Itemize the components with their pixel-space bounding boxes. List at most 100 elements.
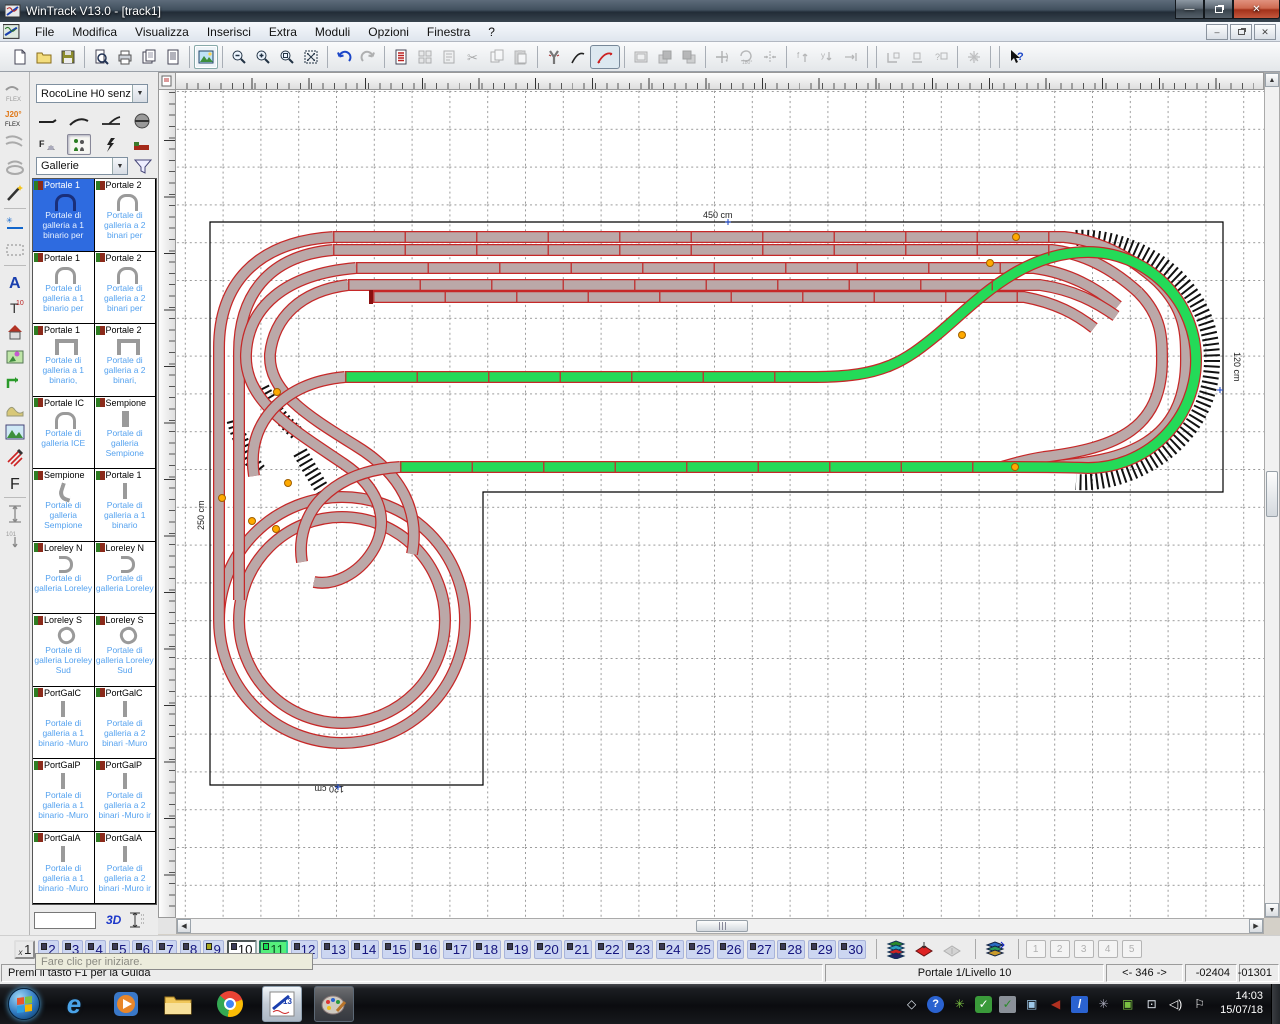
gallery-item[interactable]: Portale 1 Portale di galleria a 1 binari… (94, 469, 156, 542)
level-tab[interactable]: 26 (716, 939, 745, 959)
vertical-scrollbar[interactable]: ▲ ▼ (1264, 72, 1280, 918)
rotate-180-icon[interactable]: 180° (734, 45, 758, 69)
page-box[interactable]: 4 (1097, 940, 1118, 958)
usb-icon[interactable]: ✓ (999, 995, 1017, 1013)
page-box[interactable]: 3 (1073, 940, 1094, 958)
track-bed-icon[interactable] (2, 155, 28, 180)
3d-label[interactable]: 3D (106, 913, 121, 927)
menu-visualizza[interactable]: Visualizza (126, 23, 198, 41)
save-icon[interactable] (56, 45, 80, 69)
gallery-item[interactable]: Loreley N Portale di galleria Loreley (94, 541, 156, 614)
level-tab[interactable]: 20 (534, 939, 562, 959)
gallery-item[interactable]: Loreley S Portale di galleria Loreley Su… (33, 614, 95, 687)
level-tab[interactable]: 30 (838, 939, 867, 959)
open-icon[interactable] (32, 45, 56, 69)
restore-button[interactable] (1204, 0, 1233, 19)
scroll-left-icon[interactable]: ◀ (177, 919, 191, 933)
gallery-item[interactable]: Loreley N Portale di galleria Loreley (33, 541, 95, 614)
gallery-item[interactable]: Portale 1 Portale di galleria a 1 binari… (33, 324, 95, 397)
magic-wand-icon[interactable] (2, 180, 28, 205)
layers-stack-icon[interactable] (983, 939, 1008, 959)
gallery-item[interactable]: Portale 1 Portale di galleria a 1 binari… (33, 179, 95, 252)
minimize-button[interactable]: — (1175, 0, 1204, 19)
package-icon[interactable]: ▣ (1119, 996, 1136, 1013)
taskbar-clock[interactable]: 14:03 15/07/18 (1220, 990, 1263, 1018)
length-dimension-icon[interactable]: 101 (2, 526, 28, 551)
node-up-icon[interactable]: f (791, 45, 815, 69)
electric-button[interactable] (99, 134, 123, 155)
panel-icon[interactable] (629, 45, 653, 69)
gallery-item[interactable]: Sempione Portale di galleria Sempione (33, 469, 95, 542)
gallery-item[interactable]: Sempione Portale di galleria Sempione (94, 396, 156, 469)
menu-modifica[interactable]: Modifica (63, 23, 126, 41)
flex-track-icon[interactable] (590, 44, 620, 69)
flex-20-icon[interactable]: J20° FLEX (2, 105, 28, 130)
network-icon[interactable]: ⊡ (1143, 996, 1160, 1013)
terrain-icon[interactable] (2, 394, 28, 419)
wintrack-taskbar-button[interactable]: 13 (262, 986, 302, 1022)
track-plan-canvas[interactable]: 450 cm 250 cm 120 cm 120 cm (176, 90, 1264, 918)
to-back-icon[interactable] (677, 45, 701, 69)
cut-icon[interactable]: ✂ (461, 45, 485, 69)
corner-left-icon[interactable] (881, 45, 905, 69)
dimension-track-icon[interactable]: ✳ (2, 212, 28, 237)
furniture-button[interactable] (130, 134, 154, 155)
scene-icon[interactable] (2, 344, 28, 369)
level-tab[interactable]: 21 (564, 939, 593, 959)
print-preview-icon[interactable] (89, 45, 113, 69)
page-box[interactable]: 1 (1025, 940, 1046, 958)
gallery-item[interactable]: Portale 2 Portale di galleria a 2 binari… (94, 251, 156, 324)
mdi-restore-button[interactable] (1230, 24, 1252, 40)
level-tab[interactable]: 17 (442, 939, 471, 959)
media-player-icon[interactable] (106, 986, 146, 1022)
menu-file[interactable]: File (26, 23, 63, 41)
house-icon[interactable] (2, 319, 28, 344)
straight-track-button[interactable] (36, 110, 60, 131)
menu-moduli[interactable]: Moduli (306, 23, 359, 41)
level-tab[interactable]: 19 (503, 939, 532, 959)
context-help-icon[interactable]: ? (1004, 45, 1028, 69)
profile-icon[interactable]: F (2, 469, 28, 494)
menu-help[interactable]: ? (479, 23, 504, 41)
search-input[interactable] (34, 911, 96, 929)
mdi-minimize-button[interactable]: – (1206, 24, 1228, 40)
filter-funnel-icon[interactable] (132, 157, 154, 175)
mdi-close-button[interactable]: ✕ (1254, 24, 1276, 40)
parallel-track-icon[interactable] (2, 130, 28, 155)
antivirus-icon[interactable]: ✓ (975, 995, 993, 1013)
all-layers-color-icon[interactable] (884, 939, 909, 959)
gallery-item[interactable]: PortGalP Portale di galleria a 2 binari … (94, 759, 156, 832)
node-join-icon[interactable] (839, 45, 863, 69)
gallery-item[interactable]: Loreley S Portale di galleria Loreley Su… (94, 614, 156, 687)
curve-track-button[interactable] (67, 110, 91, 131)
key-icon[interactable]: / (1071, 995, 1089, 1013)
category-select[interactable]: Gallerie ▼ (36, 157, 128, 175)
nvidia-icon[interactable]: ✳ (951, 996, 968, 1013)
figures-button[interactable] (67, 134, 92, 155)
to-front-icon[interactable] (653, 45, 677, 69)
flex-track-gray-icon[interactable]: FLEX (2, 80, 28, 105)
library-select[interactable]: RocoLine H0 senz ▼ (36, 84, 148, 103)
copy-icon[interactable] (485, 45, 509, 69)
gallery-item[interactable]: PortGalA Portale di galleria a 2 binari … (94, 831, 156, 904)
layer-red-icon[interactable] (912, 939, 937, 959)
horizontal-scrollbar[interactable]: ◀ ▶ (176, 918, 1264, 934)
level-tab[interactable]: 1 (14, 939, 36, 959)
internet-explorer-icon[interactable]: e (54, 986, 94, 1022)
utility-icon[interactable]: ✳ (1095, 996, 1112, 1013)
rotate-free-icon[interactable] (710, 45, 734, 69)
display-icon[interactable]: ▣ (1023, 996, 1040, 1013)
print-pages-icon[interactable] (137, 45, 161, 69)
image-mountains-icon[interactable] (2, 419, 28, 444)
level-tab[interactable]: 27 (746, 939, 775, 959)
turnout-button[interactable] (99, 110, 123, 131)
corner-ask-icon[interactable]: ? (929, 45, 953, 69)
parts-list-icon[interactable] (161, 45, 185, 69)
show-desktop-button[interactable] (1271, 984, 1280, 1024)
level-tab[interactable]: 16 (412, 939, 441, 959)
text-size-icon[interactable]: T 10 (2, 294, 28, 319)
undo-icon[interactable] (332, 45, 356, 69)
print-icon[interactable] (113, 45, 137, 69)
muted-horn-icon[interactable]: ◀ (1047, 996, 1064, 1013)
background-image-icon[interactable] (194, 44, 218, 69)
